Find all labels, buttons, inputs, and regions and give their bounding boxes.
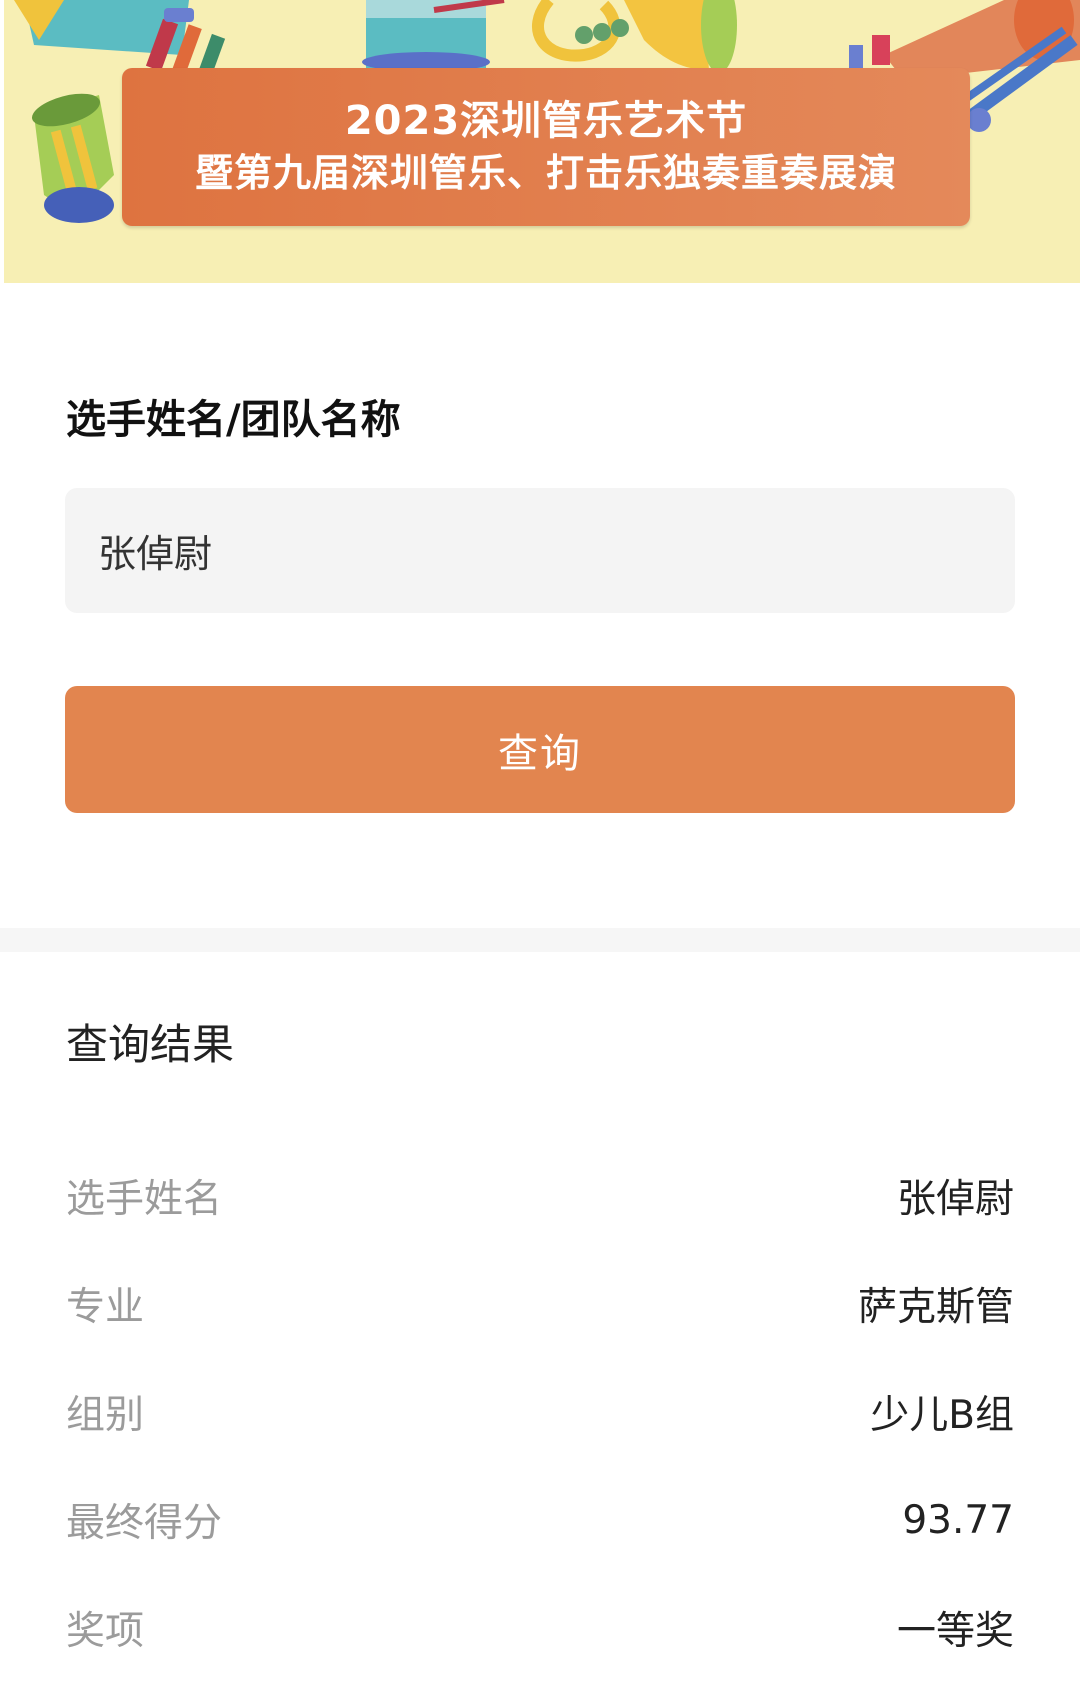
result-label: 专业	[66, 1285, 145, 1330]
result-row-name: 选手姓名 张倬尉	[66, 1166, 1014, 1226]
result-value: 93.77	[902, 1497, 1014, 1543]
result-label: 组别	[66, 1393, 145, 1438]
name-search-input[interactable]	[65, 488, 1015, 613]
result-row-major: 专业 萨克斯管	[66, 1274, 1014, 1334]
result-label: 最终得分	[66, 1501, 223, 1546]
result-value: 一等奖	[896, 1609, 1014, 1654]
name-field-label: 选手姓名/团队名称	[66, 397, 401, 443]
result-row-award: 奖项 一等奖	[66, 1598, 1014, 1658]
result-value: 少儿B组	[870, 1393, 1014, 1438]
result-label: 奖项	[66, 1609, 145, 1654]
results-title: 查询结果	[66, 1020, 235, 1069]
result-value: 萨克斯管	[857, 1285, 1014, 1330]
result-label: 选手姓名	[66, 1177, 223, 1222]
query-button[interactable]: 查询	[65, 686, 1015, 813]
result-row-score: 最终得分 93.77	[66, 1490, 1014, 1550]
page: 2023深圳管乐艺术节 暨第九届深圳管乐、打击乐独奏重奏展演 选手姓名/团队名称…	[0, 0, 1080, 1694]
drum-left-shape	[31, 93, 114, 223]
event-title-box: 2023深圳管乐艺术节 暨第九届深圳管乐、打击乐独奏重奏展演	[122, 68, 970, 226]
result-value: 张倬尉	[896, 1177, 1014, 1222]
event-title-line1: 2023深圳管乐艺术节	[344, 98, 748, 144]
section-divider	[0, 928, 1080, 952]
header-banner: 2023深圳管乐艺术节 暨第九届深圳管乐、打击乐独奏重奏展演	[4, 0, 1080, 283]
result-row-group: 组别 少儿B组	[66, 1382, 1014, 1442]
event-title-line2: 暨第九届深圳管乐、打击乐独奏重奏展演	[194, 151, 897, 195]
